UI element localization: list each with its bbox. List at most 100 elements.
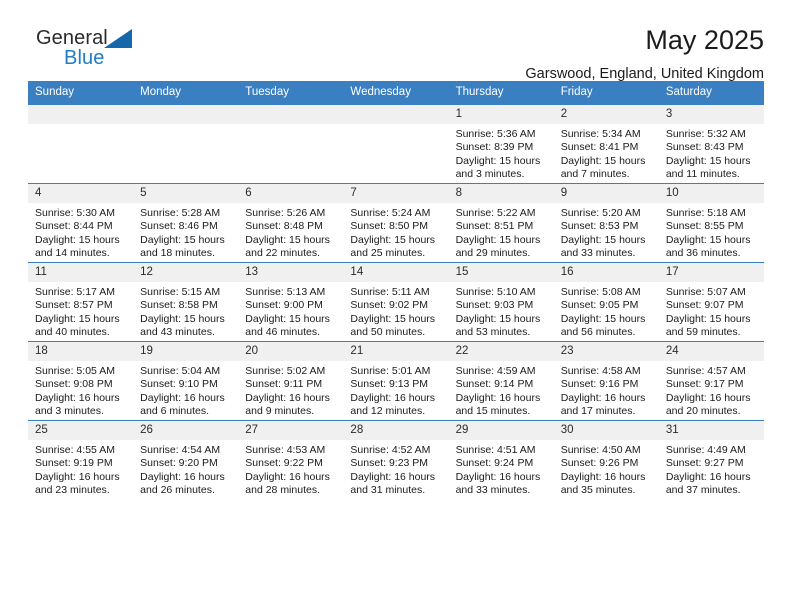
- sunrise-text: Sunrise: 4:59 AM: [455, 365, 536, 377]
- sunrise-text: Sunrise: 4:52 AM: [350, 444, 431, 456]
- sunrise-text: Sunrise: 5:20 AM: [560, 207, 641, 219]
- day-number: 27: [238, 421, 344, 440]
- sunset-text: Sunset: 9:07 PM: [665, 299, 744, 312]
- calendar-day-cell[interactable]: 5 Sunrise: 5:28 AM Sunset: 8:46 PM Daylight…: [133, 183, 239, 263]
- day-cell-inner: 10 Sunrise: 5:18 AM Sunset: 8:55 PM Dayligh…: [658, 184, 764, 262]
- day-details: Sunrise: 5:01 AM Sunset: 9:13 PM Daylight:…: [343, 361, 448, 419]
- calendar-day-cell[interactable]: 19 Sunrise: 5:04 AM Sunset: 9:10 PM Dayligh…: [133, 341, 239, 421]
- day-number: 10: [658, 184, 764, 203]
- sunset-text: Sunset: 9:00 PM: [245, 299, 323, 312]
- calendar-day-cell[interactable]: 9 Sunrise: 5:20 AM Sunset: 8:53 PM Daylight…: [553, 183, 659, 263]
- day-cell-inner: [133, 105, 239, 183]
- sunset-text: Sunset: 9:20 PM: [140, 457, 218, 470]
- day-cell-inner: 22 Sunrise: 4:59 AM Sunset: 9:14 PM Dayligh…: [448, 342, 554, 420]
- daylight-text: Daylight: 16 hours and 17 minutes.: [560, 391, 646, 418]
- sunset-text: Sunset: 8:39 PM: [455, 141, 534, 154]
- calendar-day-cell[interactable]: 29 Sunrise: 4:51 AM Sunset: 9:24 PM Dayligh…: [448, 420, 554, 499]
- calendar-day-cell[interactable]: 22 Sunrise: 4:59 AM Sunset: 9:14 PM Dayligh…: [448, 341, 554, 421]
- calendar-day-cell[interactable]: 3 Sunrise: 5:32 AM Sunset: 8:43 PM Daylight…: [658, 104, 764, 184]
- sunset-text: Sunset: 8:50 PM: [350, 220, 429, 233]
- day-number: 16: [553, 263, 659, 282]
- daylight-text: Daylight: 16 hours and 28 minutes.: [245, 470, 330, 497]
- daylight-text: Daylight: 15 hours and 7 minutes.: [560, 154, 646, 181]
- day-cell-inner: 17 Sunrise: 5:07 AM Sunset: 9:07 PM Dayligh…: [658, 263, 764, 341]
- weekday-header-row: Sunday Monday Tuesday Wednesday Thursday…: [28, 81, 764, 105]
- sunrise-text: Sunrise: 5:07 AM: [665, 286, 746, 298]
- day-cell-inner: [343, 105, 449, 183]
- calendar-day-cell[interactable]: 28 Sunrise: 4:52 AM Sunset: 9:23 PM Dayligh…: [343, 420, 449, 499]
- weekday-header-wednesday: Wednesday: [343, 81, 449, 105]
- calendar-day-cell[interactable]: 30 Sunrise: 4:50 AM Sunset: 9:26 PM Dayligh…: [553, 420, 659, 499]
- day-number: 4: [28, 184, 134, 203]
- calendar-day-cell[interactable]: 4 Sunrise: 5:30 AM Sunset: 8:44 PM Daylight…: [28, 183, 134, 263]
- calendar-day-cell[interactable]: 13 Sunrise: 5:13 AM Sunset: 9:00 PM Dayligh…: [238, 262, 344, 342]
- sunset-text: Sunset: 9:11 PM: [245, 378, 323, 391]
- sunset-text: Sunset: 9:27 PM: [665, 457, 744, 470]
- sunrise-text: Sunrise: 5:32 AM: [665, 128, 746, 140]
- calendar-day-cell[interactable]: 26 Sunrise: 4:54 AM Sunset: 9:20 PM Dayligh…: [133, 420, 239, 499]
- calendar-day-cell[interactable]: 31 Sunrise: 4:49 AM Sunset: 9:27 PM Dayligh…: [658, 420, 764, 499]
- day-cell-inner: 5 Sunrise: 5:28 AM Sunset: 8:46 PM Daylight…: [133, 184, 239, 262]
- calendar-body: 1 Sunrise: 5:36 AM Sunset: 8:39 PM Daylight…: [28, 104, 764, 499]
- sunset-text: Sunset: 8:48 PM: [245, 220, 323, 233]
- day-details: Sunrise: 4:57 AM Sunset: 9:17 PM Daylight:…: [659, 361, 764, 419]
- calendar-day-cell[interactable]: 6 Sunrise: 5:26 AM Sunset: 8:48 PM Daylight…: [238, 183, 344, 263]
- calendar-day-cell[interactable]: 27 Sunrise: 4:53 AM Sunset: 9:22 PM Dayligh…: [238, 420, 344, 499]
- day-details: Sunrise: 5:32 AM Sunset: 8:43 PM Daylight:…: [659, 124, 764, 182]
- day-number: 31: [658, 421, 764, 440]
- day-details: Sunrise: 5:36 AM Sunset: 8:39 PM Daylight:…: [449, 124, 554, 182]
- sunset-text: Sunset: 8:57 PM: [35, 299, 113, 312]
- calendar-day-cell[interactable]: 2 Sunrise: 5:34 AM Sunset: 8:41 PM Daylight…: [553, 104, 659, 184]
- sunrise-text: Sunrise: 4:51 AM: [455, 444, 536, 456]
- daylight-text: Daylight: 16 hours and 12 minutes.: [350, 391, 436, 418]
- day-cell-inner: [28, 105, 134, 183]
- calendar-day-cell[interactable]: 25 Sunrise: 4:55 AM Sunset: 9:19 PM Dayligh…: [28, 420, 134, 499]
- brand-logo[interactable]: General Blue: [28, 26, 148, 78]
- day-details: Sunrise: 5:04 AM Sunset: 9:10 PM Daylight:…: [133, 361, 238, 419]
- daylight-text: Daylight: 16 hours and 26 minutes.: [140, 470, 225, 497]
- sunset-text: Sunset: 9:26 PM: [560, 457, 639, 470]
- sunset-text: Sunset: 8:41 PM: [560, 141, 639, 154]
- day-details: Sunrise: 5:30 AM Sunset: 8:44 PM Daylight:…: [28, 203, 133, 261]
- daylight-text: Daylight: 15 hours and 40 minutes.: [35, 312, 120, 339]
- sunrise-text: Sunrise: 5:13 AM: [245, 286, 326, 298]
- calendar-day-cell[interactable]: 14 Sunrise: 5:11 AM Sunset: 9:02 PM Dayligh…: [343, 262, 449, 342]
- sunset-text: Sunset: 9:03 PM: [455, 299, 534, 312]
- day-number: [238, 105, 344, 124]
- calendar-day-cell[interactable]: 7 Sunrise: 5:24 AM Sunset: 8:50 PM Daylight…: [343, 183, 449, 263]
- day-cell-inner: 12 Sunrise: 5:15 AM Sunset: 8:58 PM Dayligh…: [133, 263, 239, 341]
- calendar-day-cell[interactable]: 18 Sunrise: 5:05 AM Sunset: 9:08 PM Dayligh…: [28, 341, 134, 421]
- day-number: 5: [133, 184, 239, 203]
- calendar-day-cell[interactable]: 15 Sunrise: 5:10 AM Sunset: 9:03 PM Dayligh…: [448, 262, 554, 342]
- sunrise-text: Sunrise: 4:50 AM: [560, 444, 641, 456]
- calendar-day-cell[interactable]: 16 Sunrise: 5:08 AM Sunset: 9:05 PM Dayligh…: [553, 262, 659, 342]
- calendar-day-cell[interactable]: 10 Sunrise: 5:18 AM Sunset: 8:55 PM Dayligh…: [658, 183, 764, 263]
- day-number: 18: [28, 342, 134, 361]
- calendar-day-cell[interactable]: 11 Sunrise: 5:17 AM Sunset: 8:57 PM Dayligh…: [28, 262, 134, 342]
- day-details: Sunrise: 5:17 AM Sunset: 8:57 PM Daylight:…: [28, 282, 133, 340]
- calendar-day-cell[interactable]: 12 Sunrise: 5:15 AM Sunset: 8:58 PM Dayligh…: [133, 262, 239, 342]
- day-details: Sunrise: 5:26 AM Sunset: 8:48 PM Daylight:…: [238, 203, 343, 261]
- day-details: Sunrise: 5:05 AM Sunset: 9:08 PM Daylight:…: [28, 361, 133, 419]
- calendar-day-cell[interactable]: 24 Sunrise: 4:57 AM Sunset: 9:17 PM Dayligh…: [658, 341, 764, 421]
- day-number: 1: [448, 105, 554, 124]
- day-number: [343, 105, 449, 124]
- day-number: 9: [553, 184, 659, 203]
- calendar-day-cell[interactable]: 1 Sunrise: 5:36 AM Sunset: 8:39 PM Daylight…: [448, 104, 554, 184]
- daylight-text: Daylight: 15 hours and 3 minutes.: [455, 154, 541, 181]
- calendar-day-cell[interactable]: 23 Sunrise: 4:58 AM Sunset: 9:16 PM Dayligh…: [553, 341, 659, 421]
- daylight-text: Daylight: 15 hours and 14 minutes.: [35, 233, 120, 260]
- sunset-text: Sunset: 9:22 PM: [245, 457, 323, 470]
- sunset-text: Sunset: 9:10 PM: [140, 378, 218, 391]
- calendar-day-cell[interactable]: 21 Sunrise: 5:01 AM Sunset: 9:13 PM Dayligh…: [343, 341, 449, 421]
- calendar-week-row: 25 Sunrise: 4:55 AM Sunset: 9:19 PM Dayligh…: [28, 420, 764, 499]
- calendar-day-cell[interactable]: 8 Sunrise: 5:22 AM Sunset: 8:51 PM Daylight…: [448, 183, 554, 263]
- day-cell-inner: 28 Sunrise: 4:52 AM Sunset: 9:23 PM Dayligh…: [343, 421, 449, 499]
- daylight-text: Daylight: 15 hours and 43 minutes.: [140, 312, 225, 339]
- day-number: 11: [28, 263, 134, 282]
- sunset-text: Sunset: 9:17 PM: [665, 378, 744, 391]
- sunrise-text: Sunrise: 4:49 AM: [665, 444, 746, 456]
- calendar-day-cell[interactable]: 20 Sunrise: 5:02 AM Sunset: 9:11 PM Dayligh…: [238, 341, 344, 421]
- calendar-day-cell[interactable]: 17 Sunrise: 5:07 AM Sunset: 9:07 PM Dayligh…: [658, 262, 764, 342]
- calendar-week-row: 4 Sunrise: 5:30 AM Sunset: 8:44 PM Daylight…: [28, 183, 764, 263]
